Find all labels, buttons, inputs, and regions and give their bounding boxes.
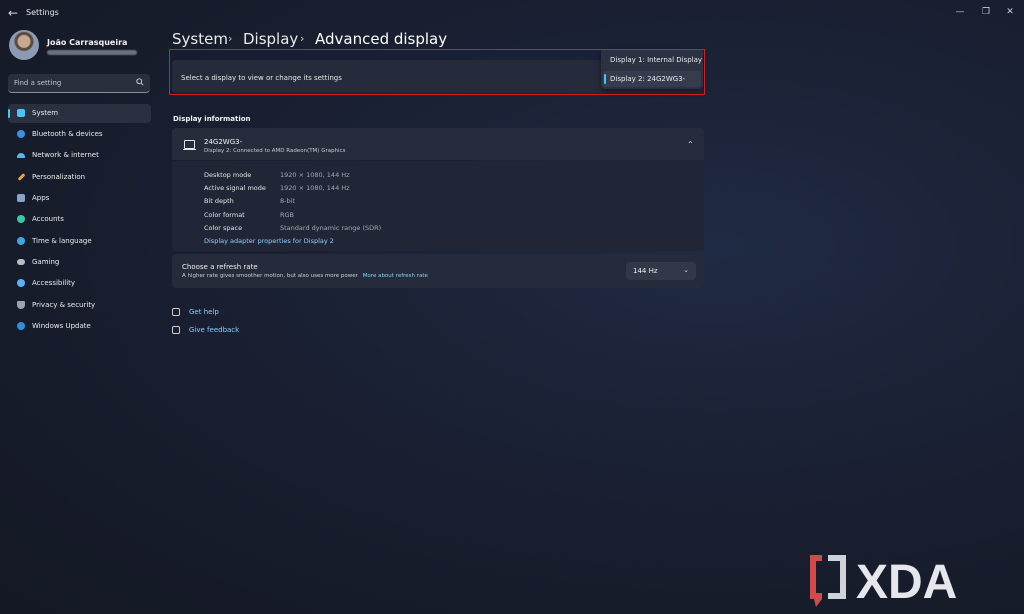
info-key: Color format (204, 211, 245, 219)
sidebar-item-label: Privacy & security (32, 301, 96, 309)
sidebar-item-label: Network & internet (32, 151, 99, 159)
feedback-icon (172, 326, 180, 334)
info-key: Active signal mode (204, 184, 266, 192)
globe-icon (17, 237, 25, 245)
monitor-icon (184, 140, 195, 149)
chevron-right-icon: › (300, 32, 305, 45)
info-value: 1920 × 1080, 144 Hz (280, 184, 350, 192)
sidebar-item-time-language[interactable]: Time & language (8, 232, 151, 251)
sidebar-item-bluetooth[interactable]: Bluetooth & devices (8, 125, 151, 144)
refresh-rate-title: Choose a refresh rate (182, 263, 258, 271)
breadcrumb-system[interactable]: System (172, 30, 228, 48)
back-arrow-icon[interactable]: ← (6, 6, 20, 20)
sidebar-item-accounts[interactable]: Accounts (8, 210, 151, 229)
sidebar-item-label: Windows Update (32, 322, 91, 330)
breadcrumb-display[interactable]: Display (243, 30, 298, 48)
sidebar-item-accessibility[interactable]: Accessibility (8, 274, 151, 293)
chevron-down-icon: ⌄ (683, 266, 689, 274)
xda-logo: XDA (810, 555, 957, 609)
info-key: Bit depth (204, 197, 234, 205)
sidebar-item-system[interactable]: System (8, 104, 151, 123)
refresh-rate-link[interactable]: More about refresh rate (363, 273, 428, 279)
person-icon (17, 215, 25, 223)
selection-indicator (8, 109, 10, 118)
sidebar-item-label: Accessibility (32, 279, 76, 287)
sidebar-item-gaming[interactable]: Gaming (8, 253, 151, 272)
display-connection: Display 2: Connected to AMD Radeon(TM) G… (204, 148, 346, 154)
info-value: 1920 × 1080, 144 Hz (280, 171, 350, 179)
sidebar-item-apps[interactable]: Apps (8, 189, 151, 208)
sidebar-item-label: System (32, 109, 59, 117)
wifi-icon (17, 153, 25, 158)
chevron-right-icon: › (228, 32, 233, 45)
sidebar-item-label: Gaming (32, 258, 60, 266)
chevron-up-icon[interactable]: ⌃ (687, 140, 694, 149)
sidebar-item-label: Apps (32, 194, 50, 202)
display-info-header[interactable]: 24G2WG3- Display 2: Connected to AMD Rad… (172, 128, 704, 160)
refresh-rate-value: 144 Hz (633, 267, 658, 275)
accessibility-icon (17, 279, 25, 287)
refresh-desc-text: A higher rate gives smoother motion, but… (182, 273, 358, 279)
sidebar-item-windows-update[interactable]: Windows Update (8, 317, 151, 336)
search-placeholder: Find a setting (14, 79, 62, 87)
update-icon (17, 322, 25, 330)
section-title: Display information (173, 115, 251, 123)
info-value: RGB (280, 211, 295, 219)
display-name: 24G2WG3- (204, 138, 243, 146)
bluetooth-icon (17, 130, 25, 138)
refresh-rate-dropdown[interactable]: 144 Hz ⌄ (626, 262, 696, 280)
get-help-label: Get help (189, 308, 219, 316)
get-help-link[interactable]: Get help (172, 308, 219, 316)
sidebar-item-personalization[interactable]: Personalization (8, 168, 151, 187)
adapter-properties-link[interactable]: Display adapter properties for Display 2 (204, 237, 334, 245)
refresh-rate-card: Choose a refresh rate A higher rate give… (172, 254, 704, 288)
title-bar: ← Settings — ❐ ✕ (0, 0, 1024, 26)
sidebar-item-label: Personalization (32, 173, 86, 181)
info-value: Standard dynamic range (SDR) (280, 224, 382, 232)
shield-icon (17, 301, 25, 309)
sidebar-item-label: Accounts (32, 215, 64, 223)
sidebar-item-network[interactable]: Network & internet (8, 146, 151, 165)
info-key: Color space (204, 224, 243, 232)
give-feedback-label: Give feedback (189, 326, 240, 334)
brush-icon (17, 173, 26, 181)
minimize-icon[interactable]: — (950, 4, 970, 20)
user-name: João Carrasqueira (47, 38, 128, 47)
monitor-stand (183, 149, 196, 150)
search-input[interactable]: Find a setting (8, 74, 150, 93)
highlight-frame (169, 49, 705, 95)
apps-icon (17, 194, 25, 202)
info-key: Desktop mode (204, 171, 252, 179)
info-value: 8-bit (280, 197, 295, 205)
help-icon (172, 308, 180, 316)
avatar[interactable] (9, 30, 39, 60)
sidebar-item-privacy[interactable]: Privacy & security (8, 296, 151, 315)
system-icon (17, 109, 25, 117)
close-icon[interactable]: ✕ (1000, 4, 1020, 20)
sidebar-item-label: Time & language (32, 237, 92, 245)
sidebar-item-label: Bluetooth & devices (32, 130, 103, 138)
controller-icon (17, 259, 25, 265)
display-info-details: Desktop mode 1920 × 1080, 144 Hz Active … (172, 161, 704, 251)
restore-icon[interactable]: ❐ (976, 4, 996, 20)
app-title: Settings (26, 8, 59, 17)
svg-text:XDA: XDA (856, 556, 957, 609)
give-feedback-link[interactable]: Give feedback (172, 326, 239, 334)
search-icon (136, 78, 144, 86)
page-title: Advanced display (315, 30, 448, 48)
refresh-rate-description: A higher rate gives smoother motion, but… (182, 273, 428, 279)
user-email-redacted (47, 50, 137, 55)
